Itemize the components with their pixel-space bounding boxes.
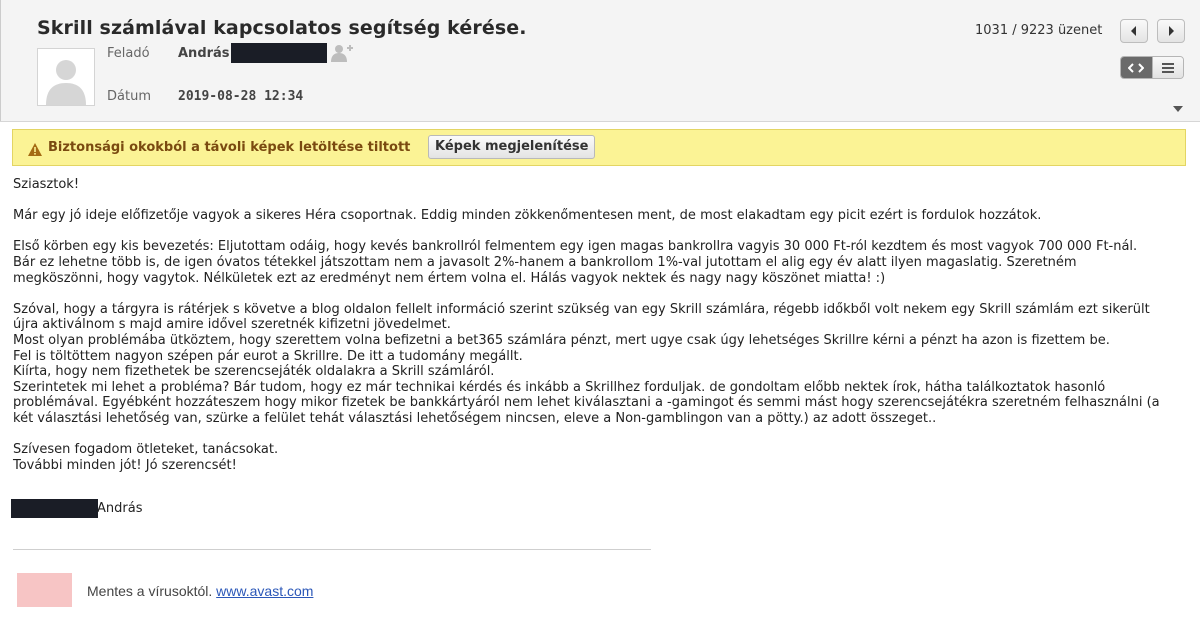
avast-footer-text: Mentes a vírusoktól. (87, 583, 213, 599)
add-contact-icon[interactable] (331, 44, 353, 62)
plain-text-view-button[interactable] (1151, 57, 1183, 78)
body-line: Már egy jó ideje előfizetője vagyok a si… (13, 208, 1042, 224)
message-subject: Skrill számlával kapcsolatos segítség ké… (37, 17, 527, 39)
text-lines-icon (1161, 62, 1174, 73)
html-view-button[interactable] (1121, 57, 1152, 78)
body-line: Kiírta, hogy nem fizethetek be szerencse… (13, 364, 495, 380)
body-line: Most olyan problémába ütköztem, hogy sze… (13, 332, 1110, 348)
sender-avatar (37, 48, 95, 106)
body-line: Szívesen fogadom ötleteket, tanácsokat. (13, 442, 279, 458)
body-line: További minden jót! Jó szerencsét! (13, 457, 237, 473)
warning-icon (28, 141, 42, 160)
signature-name: András (97, 501, 143, 516)
body-line: Bár ez lehetne több is, de igen óvatos t… (13, 254, 1077, 270)
expand-header-icon[interactable] (1172, 99, 1184, 112)
show-images-button[interactable]: Képek megjelenítése (428, 135, 596, 159)
avast-footer: Mentes a vírusoktól. www.avast.com (87, 583, 313, 599)
body-line: Szerintetek mi lehet a probléma? Bár tud… (13, 379, 1106, 395)
from-label: Feladó (107, 46, 150, 61)
previous-message-button[interactable] (1120, 19, 1148, 43)
remote-images-warning: Biztonsági okokból a távoli képek letölt… (12, 129, 1186, 166)
body-line: Fel is töltöttem nagyon szépen pár eurot… (13, 348, 523, 364)
body-line: újra aktiválnom s majd amire idővel szer… (13, 317, 451, 333)
redacted-sender-email (231, 43, 327, 63)
body-line: megköszönni, hogy vagytok. Nélkületek ez… (13, 270, 886, 286)
avast-link[interactable]: www.avast.com (216, 583, 313, 599)
body-line: Sziasztok! (13, 177, 80, 192)
code-icon (1128, 62, 1145, 73)
body-line: Szóval, hogy a tárgyra is rátérjek s köv… (13, 301, 1150, 317)
avast-logo (17, 573, 72, 607)
person-placeholder-icon (38, 49, 94, 105)
sender-name: András (178, 46, 230, 61)
date-label: Dátum (107, 89, 151, 104)
warning-text: Biztonsági okokból a távoli képek letölt… (48, 140, 411, 155)
redacted-signature (11, 499, 98, 518)
message-counter: 1031 / 9223 üzenet (975, 23, 1103, 38)
message-date: 2019-08-28 12:34 (178, 89, 304, 104)
footer-divider (13, 549, 651, 550)
body-line: Első körben egy kis bevezetés: Eljutotta… (13, 239, 1138, 255)
body-line: két választási lehetőség van, szürke a f… (13, 410, 937, 426)
chevron-left-icon (1131, 26, 1136, 36)
chevron-right-icon (1169, 26, 1174, 36)
message-header: Skrill számlával kapcsolatos segítség ké… (0, 0, 1200, 122)
message-body: Sziasztok! Már egy jó ideje előfizetője v… (13, 177, 1193, 473)
header-border (0, 0, 1, 121)
view-mode-toggle (1120, 56, 1184, 79)
body-line: problémával. Egyébként hozzáteszem hogy … (13, 395, 1160, 411)
next-message-button[interactable] (1157, 19, 1185, 43)
